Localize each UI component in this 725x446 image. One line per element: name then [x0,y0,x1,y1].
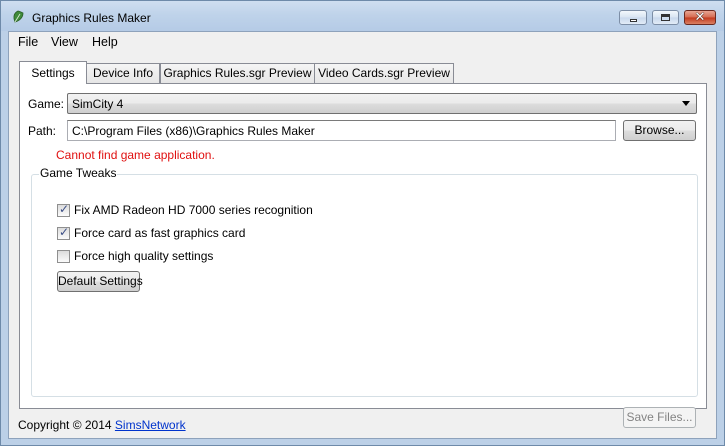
copyright-prefix: Copyright © 2014 [18,418,112,432]
menu-bar: File View Help [9,32,716,53]
save-files-button[interactable]: Save Files... [623,407,696,428]
minimize-icon [630,19,637,22]
path-label: Path: [28,124,57,138]
tab-video-cards-preview[interactable]: Video Cards.sgr Preview [314,63,454,83]
checkbox-label: Force high quality settings [74,249,214,263]
status-bar: Copyright © 2014 SimsNetwork [9,412,716,438]
menu-view[interactable]: View [51,35,78,49]
checkbox-box[interactable]: ✓ [57,202,70,217]
maximize-button[interactable] [652,10,679,25]
game-tweaks-group: Game Tweaks ✓ Fix AMD Radeon HD 7000 ser… [31,166,698,397]
maximize-icon [661,14,670,21]
error-message: Cannot find game application. [56,148,215,162]
game-select[interactable]: SimCity 4 [67,93,697,114]
minimize-button[interactable] [619,10,647,25]
tab-settings[interactable]: Settings [19,61,87,84]
checkbox-box[interactable] [57,250,70,263]
app-window: Graphics Rules Maker ✕ File View Help Se… [0,0,725,446]
title-bar[interactable]: Graphics Rules Maker ✕ [1,1,724,31]
path-input[interactable] [67,120,616,141]
simsnetwork-link[interactable]: SimsNetwork [115,418,186,432]
checkbox-label: Fix AMD Radeon HD 7000 series recognitio… [74,203,313,217]
checkmark-icon: ✓ [59,225,70,239]
default-settings-button[interactable]: Default Settings [57,271,143,292]
close-button[interactable]: ✕ [684,9,716,25]
menu-help[interactable]: Help [92,35,118,49]
chevron-down-icon [682,101,690,106]
game-select-value: SimCity 4 [72,97,124,111]
menu-file[interactable]: File [18,35,38,49]
tab-graphics-rules-preview[interactable]: Graphics Rules.sgr Preview [160,63,315,83]
browse-button[interactable]: Browse... [623,120,696,141]
client-area: File View Help Settings Device Info Grap… [8,31,717,439]
copyright-text: Copyright © 2014 SimsNetwork [18,418,186,432]
checkbox-label: Force card as fast graphics card [74,226,246,240]
game-label: Game: [28,97,65,111]
tab-device-info[interactable]: Device Info [86,63,160,83]
window-title: Graphics Rules Maker [32,11,151,25]
checkbox-box[interactable]: ✓ [57,225,70,240]
game-tweaks-title: Game Tweaks [39,166,118,180]
green-leaf-app-icon [13,10,24,23]
settings-panel: Game: SimCity 4 Path: Browse... Cannot f… [19,83,707,428]
close-icon: ✕ [694,9,706,24]
checkmark-icon: ✓ [59,202,70,216]
